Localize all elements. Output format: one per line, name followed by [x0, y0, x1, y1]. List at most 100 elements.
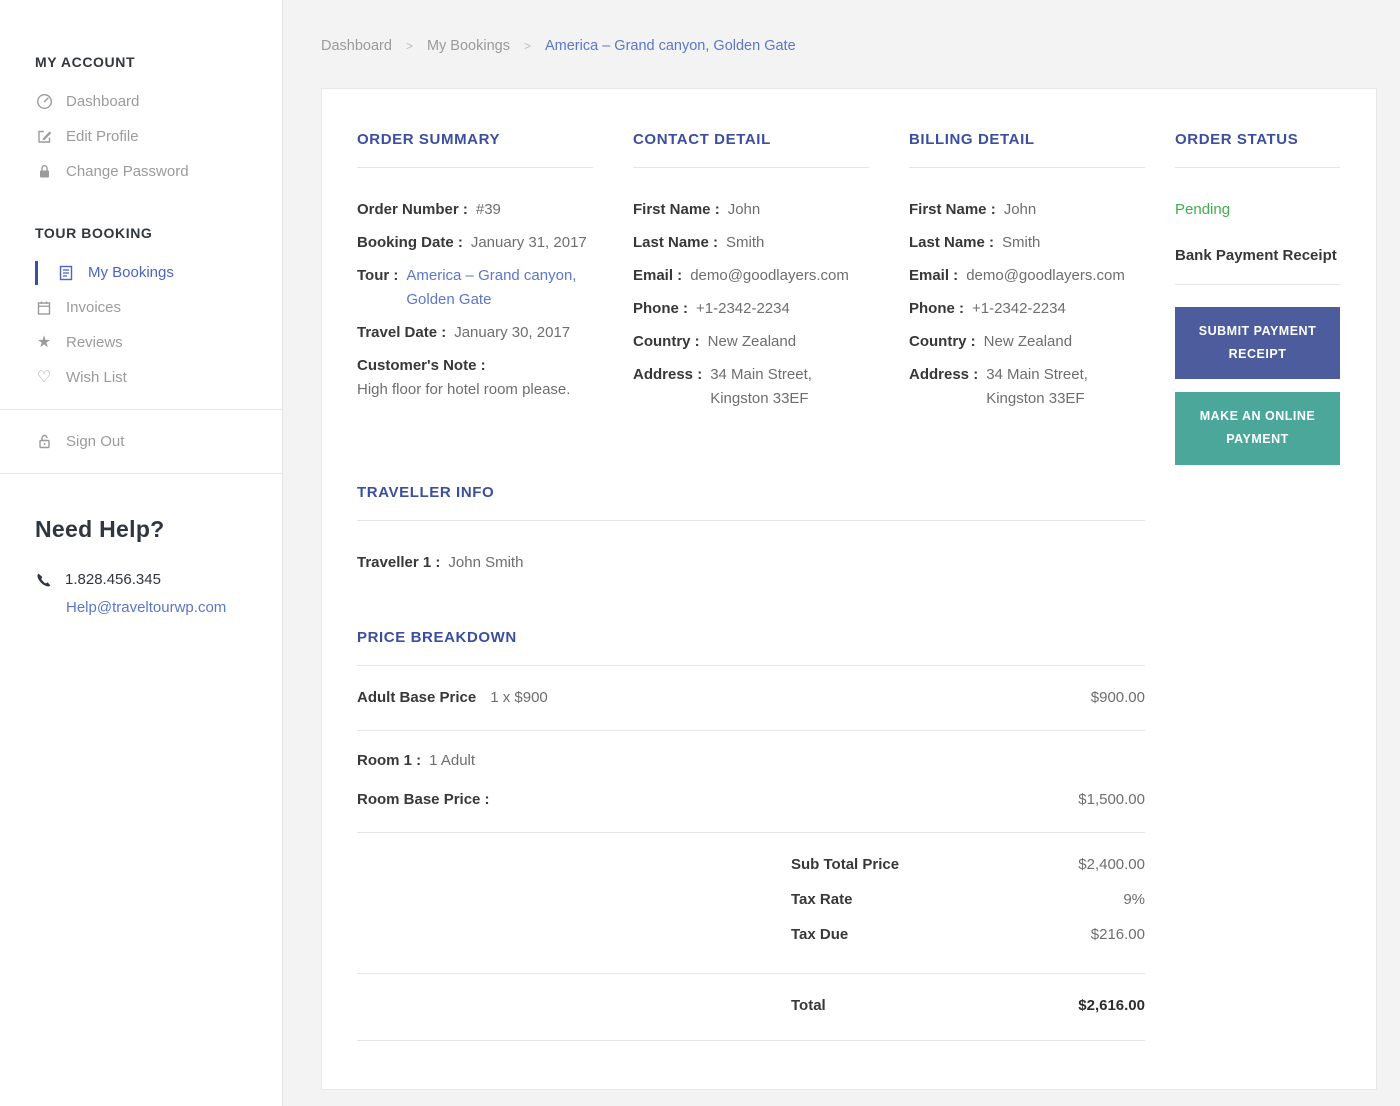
- contact-address: Address : 34 Main Street, Kingston 33EF: [633, 363, 869, 411]
- booking-date-field: Booking Date : January 31, 2017: [357, 231, 593, 255]
- dashboard-icon: [35, 93, 53, 110]
- total-block: Total $2,616.00: [357, 974, 1145, 1041]
- price-label: Sub Total Price: [791, 856, 900, 873]
- order-summary-title: ORDER SUMMARY: [357, 131, 593, 168]
- field-label: Booking Date :: [357, 234, 463, 251]
- contact-last-name: Last Name : Smith: [633, 231, 869, 255]
- order-detail-left: ORDER SUMMARY Order Number : #39 Booking…: [357, 131, 1145, 1041]
- price-label: Room Base Price :: [357, 791, 490, 808]
- billing-detail-section: BILLING DETAIL First Name : John Last Na…: [909, 131, 1145, 420]
- make-online-payment-button[interactable]: MAKE AN ONLINE PAYMENT: [1175, 392, 1340, 465]
- field-label: First Name :: [909, 201, 996, 218]
- sidebar-item-change-password[interactable]: Change Password: [0, 154, 282, 189]
- edit-icon: [35, 128, 53, 145]
- field-value: New Zealand: [983, 333, 1073, 350]
- need-help-section: Need Help? 1.828.456.345 Help@traveltour…: [0, 488, 282, 616]
- billing-email: Email : demo@goodlayers.com: [909, 264, 1145, 288]
- field-label: Address :: [909, 366, 979, 383]
- field-value: John: [727, 201, 761, 218]
- order-status-section: ORDER STATUS Pending Bank Payment Receip…: [1175, 131, 1340, 1041]
- order-detail-card: ORDER SUMMARY Order Number : #39 Booking…: [321, 88, 1377, 1090]
- customer-note-field: Customer's Note : High floor for hotel r…: [357, 354, 593, 402]
- field-label: Last Name :: [909, 234, 995, 251]
- sidebar-item-label: Sign Out: [66, 433, 125, 450]
- sidebar: MY ACCOUNT Dashboard Edit Profile Change…: [0, 0, 283, 1106]
- field-value: Smith: [1002, 234, 1041, 251]
- divider: [0, 409, 282, 410]
- price-detail: 1 x $900: [490, 689, 548, 706]
- price-amount: $216.00: [1090, 926, 1145, 943]
- sidebar-item-label: Reviews: [66, 334, 123, 351]
- contact-detail-section: CONTACT DETAIL First Name : John Last Na…: [633, 131, 869, 420]
- price-label: Total: [791, 997, 826, 1014]
- phone-icon: [35, 571, 52, 588]
- sidebar-item-sign-out[interactable]: Sign Out: [0, 424, 282, 459]
- field-label: Customer's Note :: [357, 357, 486, 374]
- field-label: Traveller 1 :: [357, 554, 441, 571]
- field-value: demo@goodlayers.com: [690, 267, 849, 284]
- room-field: Room 1 : 1 Adult: [357, 749, 1145, 773]
- sidebar-item-label: My Bookings: [88, 264, 174, 281]
- order-number-field: Order Number : #39: [357, 198, 593, 222]
- field-label: Country :: [909, 333, 976, 350]
- field-label: Last Name :: [633, 234, 719, 251]
- tax-rate-row: Tax Rate 9%: [791, 888, 1145, 912]
- sidebar-item-label: Dashboard: [66, 93, 140, 110]
- chevron-right-icon: >: [523, 39, 531, 53]
- field-value: #39: [475, 201, 501, 218]
- billing-first-name: First Name : John: [909, 198, 1145, 222]
- help-email-link[interactable]: Help@traveltourwp.com: [35, 599, 226, 616]
- field-value: 34 Main Street, Kingston 33EF: [986, 366, 1088, 407]
- active-indicator: [35, 261, 38, 285]
- contact-first-name: First Name : John: [633, 198, 869, 222]
- contact-email: Email : demo@goodlayers.com: [633, 264, 869, 288]
- field-value: +1-2342-2234: [696, 300, 790, 317]
- price-breakdown-section: PRICE BREAKDOWN Adult Base Price 1 x $90…: [357, 629, 1145, 1041]
- field-value: Smith: [726, 234, 765, 251]
- help-phone-number: 1.828.456.345: [65, 571, 161, 588]
- sidebar-item-dashboard[interactable]: Dashboard: [0, 84, 282, 119]
- field-label: Travel Date :: [357, 324, 447, 341]
- price-label: Tax Rate: [791, 891, 853, 908]
- adult-base-price-row: Adult Base Price 1 x $900 $900.00: [357, 666, 1145, 731]
- submit-payment-receipt-button[interactable]: SUBMIT PAYMENT RECEIPT: [1175, 307, 1340, 380]
- field-value: John Smith: [448, 554, 524, 571]
- tour-link[interactable]: America – Grand canyon, Golden Gate: [406, 264, 593, 312]
- billing-address: Address : 34 Main Street, Kingston 33EF: [909, 363, 1145, 411]
- billing-phone: Phone : +1-2342-2234: [909, 297, 1145, 321]
- help-phone: 1.828.456.345: [35, 571, 282, 588]
- divider: [0, 473, 282, 474]
- sidebar-item-label: Wish List: [66, 369, 127, 386]
- total-row: Total $2,616.00: [791, 994, 1145, 1018]
- breadcrumb-my-bookings[interactable]: My Bookings: [427, 38, 510, 54]
- contact-country: Country : New Zealand: [633, 330, 869, 354]
- billing-last-name: Last Name : Smith: [909, 231, 1145, 255]
- field-label: Order Number :: [357, 201, 468, 218]
- sidebar-item-my-bookings[interactable]: My Bookings: [0, 255, 282, 290]
- room-block: Room 1 : 1 Adult Room Base Price : $1,50…: [357, 731, 1145, 833]
- sidebar-item-wish-list[interactable]: ♡ Wish List: [0, 360, 282, 395]
- sidebar-item-reviews[interactable]: ★ Reviews: [0, 325, 282, 360]
- sidebar-item-edit-profile[interactable]: Edit Profile: [0, 119, 282, 154]
- price-amount: $2,400.00: [1078, 856, 1145, 873]
- bookings-icon: [57, 265, 75, 281]
- sidebar-item-invoices[interactable]: Invoices: [0, 290, 282, 325]
- price-label: Tax Due: [791, 926, 849, 943]
- field-value: High floor for hotel room please.: [357, 381, 571, 398]
- breadcrumb-dashboard[interactable]: Dashboard: [321, 38, 392, 54]
- tour-field: Tour : America – Grand canyon, Golden Ga…: [357, 264, 593, 312]
- field-label: Email :: [633, 267, 683, 284]
- travel-date-field: Travel Date : January 30, 2017: [357, 321, 593, 345]
- field-label: Phone :: [909, 300, 964, 317]
- status-badge: Pending: [1175, 201, 1231, 218]
- traveller-info-section: TRAVELLER INFO Traveller 1 : John Smith: [357, 484, 1145, 575]
- price-label: Adult Base Price: [357, 689, 477, 706]
- field-label: Tour :: [357, 267, 399, 284]
- breadcrumb: Dashboard > My Bookings > America – Gran…: [321, 38, 1377, 54]
- field-label: Email :: [909, 267, 959, 284]
- field-value: demo@goodlayers.com: [966, 267, 1125, 284]
- unlock-icon: [35, 433, 53, 450]
- chevron-right-icon: >: [405, 39, 413, 53]
- need-help-title: Need Help?: [35, 516, 165, 542]
- field-label: First Name :: [633, 201, 720, 218]
